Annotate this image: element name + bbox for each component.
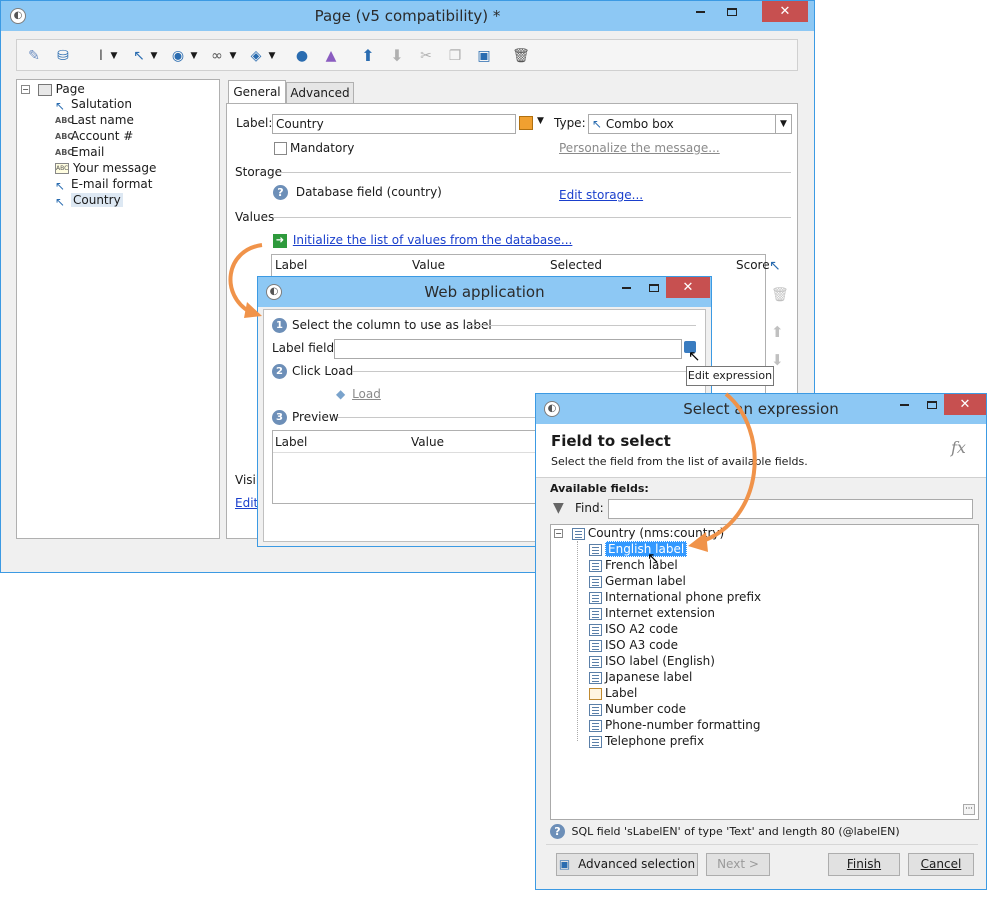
annotation-arrowhead-2 — [688, 532, 708, 552]
annotation-arrow-1 — [228, 243, 263, 314]
annotation-arrows — [228, 243, 757, 552]
annotation-arrow-2 — [699, 392, 757, 544]
annotation-arrowhead-1 — [244, 302, 262, 318]
